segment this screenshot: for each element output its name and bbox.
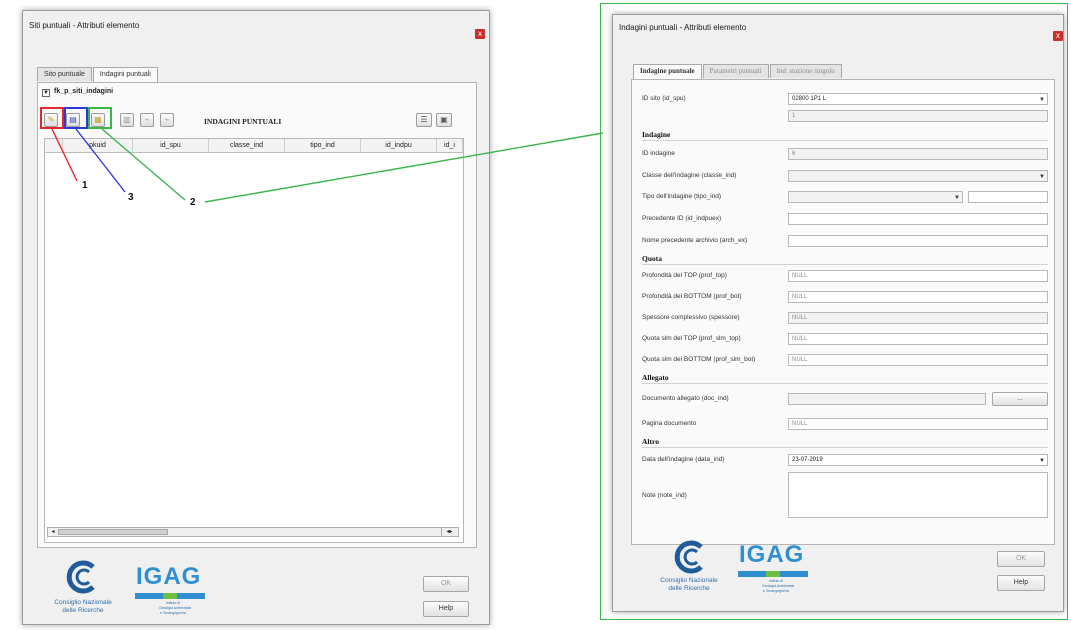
pagina-field[interactable]: NULL bbox=[788, 418, 1048, 430]
chevron-down-icon: ▼ bbox=[1039, 174, 1045, 180]
classe-label: Classe dell'indagine (classe_ind) bbox=[642, 172, 737, 179]
id-indagine-label: ID indagine bbox=[642, 150, 675, 157]
prec-id-field[interactable] bbox=[788, 213, 1048, 225]
igag-sub-line1: Istituto di bbox=[769, 579, 784, 583]
section-divider bbox=[642, 264, 1048, 265]
data-date-picker[interactable]: 23-07-2019 ▼ bbox=[788, 454, 1048, 466]
note-textarea[interactable] bbox=[788, 472, 1048, 518]
right-dialog-title: Indagini puntuali - Attributi elemento bbox=[619, 23, 747, 32]
prof-top-field[interactable]: NULL bbox=[788, 270, 1048, 282]
data-value: 23-07-2019 bbox=[792, 457, 823, 463]
right-dialog: Indagini puntuali - Attributi elemento x… bbox=[612, 14, 1064, 612]
id-sito-dropdown[interactable]: 02800 1P1 L ▼ bbox=[788, 93, 1048, 105]
ok-button-right[interactable]: OK bbox=[997, 551, 1045, 567]
section-quota: Quota bbox=[642, 254, 663, 263]
pagina-label: Pagina documento bbox=[642, 420, 697, 427]
right-tab-panel: ID sito (id_spu) 02800 1P1 L ▼ 1 Indagin… bbox=[631, 79, 1055, 545]
classe-dropdown[interactable]: ▼ bbox=[788, 170, 1048, 182]
cnr-name-line1: Consiglio Nazionale bbox=[660, 577, 718, 584]
doc-field[interactable] bbox=[788, 393, 986, 405]
tipo-label: Tipo dell'indagine (tipo_ind) bbox=[642, 193, 722, 200]
prof-bot-label: Profondità del BOTTOM (prof_bot) bbox=[642, 293, 742, 300]
section-divider bbox=[642, 447, 1048, 448]
section-indagine: Indagine bbox=[642, 130, 671, 139]
igag-logo-stripe bbox=[738, 571, 808, 577]
quota-top-label: Quota slm del TOP (prof_slm_top) bbox=[642, 335, 741, 342]
close-icon-right[interactable]: x bbox=[1053, 31, 1063, 41]
prec-id-label: Precedente ID (id_indpuex) bbox=[642, 215, 722, 222]
right-tabbar: Indagine puntuale Parametri puntuali Ind… bbox=[633, 64, 843, 79]
tab-indagine-puntuale[interactable]: Indagine puntuale bbox=[633, 64, 702, 79]
annotation-label-2: 2 bbox=[190, 197, 196, 208]
quota-top-field[interactable]: NULL bbox=[788, 333, 1048, 345]
annotation-label-1: 1 bbox=[82, 180, 88, 191]
annotation-label-3: 3 bbox=[128, 192, 134, 203]
id-sito-value: 02800 1P1 L bbox=[792, 96, 827, 102]
cnr-logo bbox=[674, 540, 703, 574]
id-sito-number: 1 bbox=[788, 110, 1048, 122]
chevron-down-icon: ▼ bbox=[1039, 97, 1045, 103]
section-divider bbox=[642, 383, 1048, 384]
igag-sub-line3: e Geoingegneria bbox=[763, 589, 789, 593]
tipo-dropdown[interactable]: ▼ bbox=[788, 191, 963, 203]
section-divider bbox=[642, 140, 1048, 141]
chevron-down-icon: ▼ bbox=[1039, 458, 1045, 464]
data-label: Data dell'indagine (data_ind) bbox=[642, 456, 725, 463]
nome-prec-field[interactable] bbox=[788, 235, 1048, 247]
nome-prec-label: Nome precedente archivio (arch_ex) bbox=[642, 237, 748, 244]
spessore-field: NULL bbox=[788, 312, 1048, 324]
prof-top-label: Profondità del TOP (prof_top) bbox=[642, 272, 727, 279]
quota-bot-field[interactable]: NULL bbox=[788, 354, 1048, 366]
section-altro: Altro bbox=[642, 437, 659, 446]
id-indagine-field: 6 bbox=[788, 148, 1048, 160]
doc-label: Documento allegato (doc_ind) bbox=[642, 395, 729, 402]
chevron-down-icon: ▼ bbox=[954, 195, 960, 201]
help-button-right[interactable]: Help bbox=[997, 575, 1045, 591]
id-sito-label: ID sito (id_spu) bbox=[642, 95, 686, 102]
cnr-name-line2: delle Ricerche bbox=[668, 585, 710, 592]
tab-parametri-puntuali[interactable]: Parametri puntuali bbox=[702, 64, 769, 78]
igag-sub-line2: Geologia Ambientale bbox=[762, 584, 795, 588]
tab-ind-stazione-singolo[interactable]: Ind. stazione singolo bbox=[769, 64, 842, 78]
prof-bot-field[interactable]: NULL bbox=[788, 291, 1048, 303]
spessore-label: Spessore complessivo (spessore) bbox=[642, 314, 740, 321]
tipo-extra-field[interactable] bbox=[968, 191, 1048, 203]
igag-logo-text: IGAG bbox=[739, 541, 805, 568]
note-label: Note (note_ind) bbox=[642, 492, 687, 499]
quota-bot-label: Quota slm del BOTTOM (prof_slm_bot) bbox=[642, 356, 756, 363]
browse-button[interactable]: ... bbox=[992, 392, 1048, 406]
section-allegato: Allegato bbox=[642, 373, 669, 382]
